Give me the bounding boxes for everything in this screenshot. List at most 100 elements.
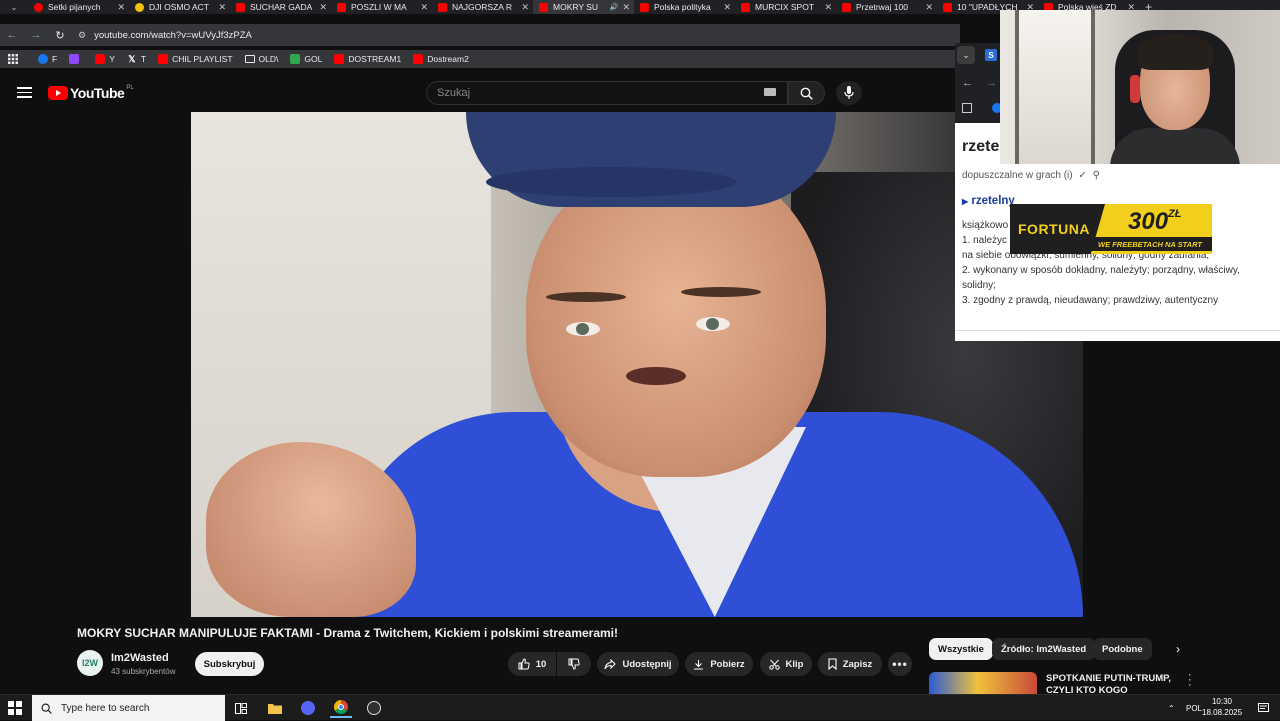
chevron-right-icon[interactable]: › (1176, 642, 1180, 656)
youtube-favicon (640, 2, 649, 12)
search-button[interactable] (788, 81, 825, 105)
download-icon (694, 659, 704, 670)
dislike-button[interactable] (557, 652, 591, 676)
browser-tab[interactable]: POSZLI W MA ✕ (331, 0, 432, 14)
language-indicator[interactable]: POL (1186, 695, 1202, 721)
ad-amount: 300ZŁ (1128, 208, 1182, 236)
bookmark-item[interactable] (69, 54, 83, 64)
browser-tab[interactable]: Przetrwaj 100 ✕ (836, 0, 937, 14)
close-tab-icon[interactable]: ✕ (723, 2, 731, 13)
chip-source[interactable]: Źródło: Im2Wasted (992, 638, 1096, 660)
browser-tab[interactable]: SUCHAR GADA ✕ (230, 0, 331, 14)
recommended-thumbnail[interactable] (929, 672, 1037, 694)
chip-all[interactable]: Wszystkie (929, 638, 993, 660)
chrome-icon[interactable] (330, 698, 352, 718)
clock[interactable]: 10:30 18.08.2025 (1202, 696, 1242, 718)
channel-avatar[interactable]: I2W (77, 650, 103, 676)
forward-icon[interactable]: → (24, 29, 48, 41)
facebook-icon (38, 54, 48, 64)
overlay-back-icon[interactable]: ← (962, 77, 973, 89)
dji-favicon (135, 2, 144, 12)
menu-icon[interactable] (17, 87, 32, 98)
subscribe-button[interactable]: Subskrybuj (195, 652, 264, 676)
notifications-icon[interactable] (1258, 695, 1269, 721)
youtube-logo[interactable]: YouTube PL (48, 85, 134, 101)
bookmark-item[interactable]: F (38, 54, 57, 64)
tab-title: MURCIX SPOT (755, 2, 815, 12)
clock-time: 10:30 (1211, 697, 1233, 706)
like-button[interactable]: 10 (508, 652, 556, 676)
video-player[interactable] (191, 112, 1083, 617)
overlay-forward-icon[interactable]: → (986, 77, 997, 89)
address-bar-row: ← → ↻ ⚙ youtube.com/watch?v=wUVyJf3zPZA (0, 24, 960, 46)
more-vertical-icon[interactable]: · · · (1188, 670, 1192, 691)
close-tab-icon[interactable]: ✕ (824, 2, 832, 13)
speaker-icon[interactable]: 🔊 (610, 3, 619, 11)
youtube-icon (158, 54, 169, 64)
close-tab-icon[interactable]: ✕ (521, 2, 529, 13)
share-button[interactable]: Udostępnij (597, 652, 679, 676)
keyboard-icon[interactable] (764, 88, 776, 96)
voice-search-button[interactable] (836, 81, 862, 105)
overlay-apps-icon[interactable] (962, 103, 972, 113)
fortuna-ad-banner[interactable]: FORTUNA 300ZŁ WE FREEBETACH NA START (1010, 204, 1212, 254)
close-tab-icon[interactable]: ✕ (319, 2, 327, 13)
sense-heading[interactable]: ▶ rzetelny (962, 195, 1015, 207)
task-view-icon[interactable] (230, 698, 252, 718)
bookmark-item[interactable]: CHIL PLAYLIST (158, 54, 233, 64)
bookmark-label: DOSTREAM1 (348, 54, 402, 64)
bookmark-item[interactable]: GOL (290, 54, 322, 64)
close-tab-icon[interactable]: ✕ (925, 2, 933, 13)
browser-tab[interactable]: NAJGORSZA R ✕ (432, 0, 533, 14)
apps-grid-icon[interactable] (8, 54, 18, 64)
bookmark-item[interactable]: Y (95, 54, 115, 64)
chip-related[interactable]: Podobne (1093, 638, 1152, 660)
dictionary-favicon: S (985, 49, 997, 61)
close-tab-icon[interactable]: ✕ (420, 2, 428, 13)
more-actions-button[interactable]: ••• (888, 652, 912, 676)
bookmark-item[interactable]: DOSTREAM1 (334, 54, 401, 64)
bookmark-item[interactable]: OLD\ (244, 54, 278, 64)
browser-tab[interactable]: Setki pijanych ✕ (28, 0, 129, 14)
close-tab-icon[interactable]: ✕ (218, 2, 226, 13)
channel-name[interactable]: Im2Wasted (111, 652, 169, 664)
stream-favicon (34, 2, 43, 12)
clip-label: Klip (785, 658, 804, 670)
obs-icon[interactable] (363, 698, 385, 718)
discord-icon[interactable] (297, 698, 319, 718)
back-icon[interactable]: ← (0, 29, 24, 41)
clip-button[interactable]: Klip (760, 652, 812, 676)
site-info-icon[interactable]: ⚙ (78, 30, 86, 41)
bookmark-label: F (52, 54, 58, 64)
browser-tab[interactable]: MOKRY SU 🔊 ✕ (533, 0, 634, 14)
chevron-down-icon[interactable]: ⌄ (957, 46, 975, 64)
windows-start-icon[interactable] (8, 701, 22, 715)
bookmark-label: CHIL PLAYLIST (172, 54, 233, 64)
triangle-right-icon: ▶ (962, 197, 969, 206)
youtube-play-icon (48, 86, 68, 100)
download-button[interactable]: Pobierz (685, 652, 753, 676)
bookmark-item[interactable]: 𝕏T (127, 53, 146, 65)
tab-search-button[interactable]: ⌄ (0, 0, 28, 14)
browser-tab[interactable]: DJI OSMO ACT ✕ (129, 0, 230, 14)
url-field[interactable]: ⚙ youtube.com/watch?v=wUVyJf3zPZA (78, 25, 252, 45)
clock-date: 18.08.2025 (1202, 708, 1243, 717)
taskbar-search-input[interactable] (61, 702, 221, 714)
close-tab-icon[interactable]: ✕ (117, 2, 125, 13)
browser-tab[interactable]: MURCIX SPOT ✕ (735, 0, 836, 14)
tab-title: Przetrwaj 100 (856, 2, 908, 12)
save-button[interactable]: Zapisz (818, 652, 882, 676)
search-input[interactable] (427, 82, 727, 104)
bookmarks-bar: F Y 𝕏 T CHIL PLAYLIST OLD\ GOL DOSTREAM1 Dostrea… (0, 50, 960, 68)
browser-tab[interactable]: Polska polityka ✕ (634, 0, 735, 14)
file-explorer-icon[interactable] (264, 698, 286, 718)
tray-chevron-up-icon[interactable]: ⌃ (1168, 695, 1175, 721)
bookmark-item[interactable]: Dostream2 (413, 54, 469, 64)
close-tab-icon[interactable]: ✕ (622, 2, 630, 13)
ad-amount-value: 300 (1128, 208, 1169, 235)
x-icon: 𝕏 (128, 53, 136, 64)
reload-icon[interactable]: ↻ (48, 29, 72, 42)
magnifier-icon[interactable]: ⚲ (1093, 170, 1100, 181)
youtube-icon (413, 54, 424, 64)
ad-brand: FORTUNA (1018, 221, 1090, 237)
